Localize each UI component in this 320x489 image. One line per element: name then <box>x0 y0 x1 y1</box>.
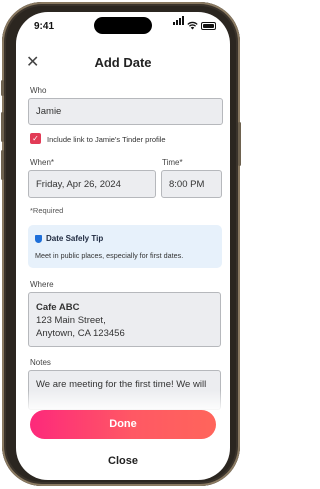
tip-body: Meet in public places, especially for fi… <box>35 251 184 260</box>
date-value: Friday, Apr 26, 2024 <box>36 178 121 190</box>
when-label: When* <box>30 158 55 167</box>
close-button[interactable]: Close <box>16 455 230 467</box>
notes-label: Notes <box>30 358 51 367</box>
mute-switch <box>1 80 4 96</box>
dynamic-island <box>94 17 152 34</box>
time-value: 8:00 PM <box>169 178 205 190</box>
where-label: Where <box>30 280 54 289</box>
header: ✕ Add Date <box>16 52 230 76</box>
required-note: *Required <box>30 206 64 215</box>
time-label: Time* <box>162 158 183 167</box>
tip-title: Date Safely Tip <box>46 234 104 243</box>
shield-icon <box>35 235 42 243</box>
volume-up-button <box>1 112 4 142</box>
signal-icon <box>172 12 184 30</box>
volume-down-button <box>1 150 4 180</box>
status-bar: 9:41 <box>16 12 230 38</box>
wifi-icon <box>187 21 198 30</box>
place-street: 123 Main Street, <box>36 315 106 326</box>
where-field[interactable]: Cafe ABC 123 Main Street, Anytown, CA 12… <box>28 292 221 347</box>
date-field[interactable]: Friday, Apr 26, 2024 <box>28 170 156 198</box>
include-link-label: Include link to Jamie's Tinder profile <box>47 135 166 144</box>
safety-tip-card: Date Safely Tip Meet in public places, e… <box>28 225 222 268</box>
who-field[interactable]: Jamie <box>28 98 223 125</box>
screen: 9:41 ✕ Add Date Who Jamie ✓ Include link… <box>16 12 230 480</box>
place-name: Cafe ABC <box>36 302 80 313</box>
time-field[interactable]: 8:00 PM <box>161 170 222 198</box>
power-button <box>238 122 241 166</box>
done-button[interactable]: Done <box>30 410 216 439</box>
status-time: 9:41 <box>34 21 55 32</box>
place-city: Anytown, CA 123456 <box>36 328 125 339</box>
scroll-fade <box>16 390 230 412</box>
status-icons <box>172 16 216 30</box>
page-title: Add Date <box>94 55 152 70</box>
battery-icon <box>201 22 216 30</box>
who-label: Who <box>30 86 47 95</box>
notes-value: We are meeting for the first time! We wi… <box>36 379 207 390</box>
phone-frame: 9:41 ✕ Add Date Who Jamie ✓ Include link… <box>1 2 241 486</box>
who-value: Jamie <box>36 106 62 117</box>
include-link-checkbox[interactable]: ✓ <box>30 133 41 144</box>
